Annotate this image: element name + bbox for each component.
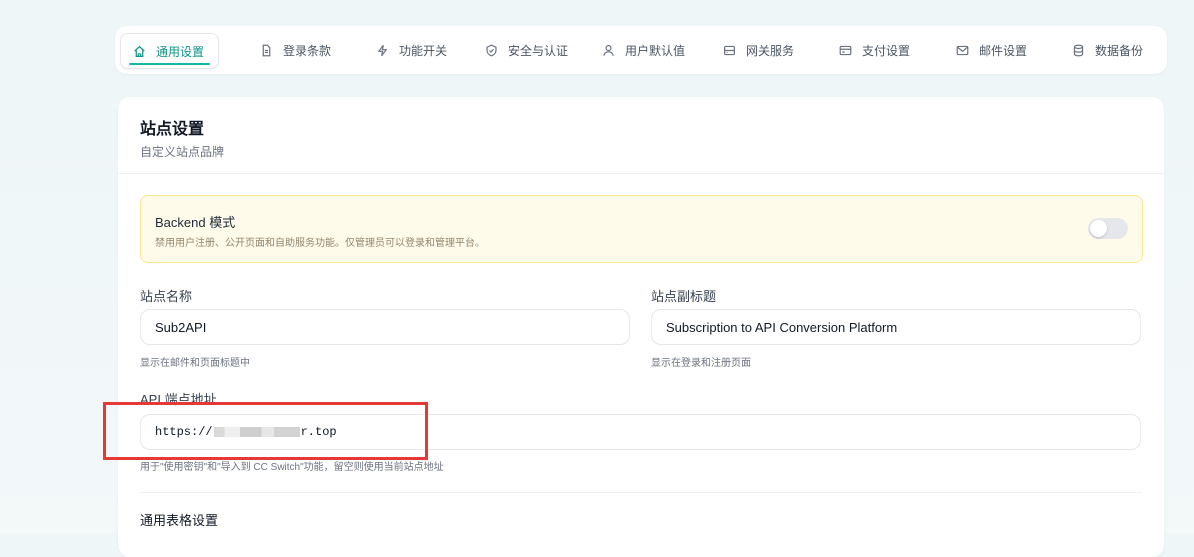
mail-icon bbox=[956, 45, 969, 55]
card-title: 站点设置 bbox=[140, 121, 205, 138]
tab-label: 通用设置 bbox=[156, 44, 205, 59]
table-settings-title: 通用表格设置 bbox=[140, 513, 219, 528]
tab-security-auth[interactable]: 安全与认证 bbox=[485, 26, 568, 74]
tab-login-terms[interactable]: 登录条款 bbox=[260, 26, 331, 74]
active-tab-indicator bbox=[129, 63, 211, 65]
site-name-label: 站点名称 bbox=[140, 289, 193, 304]
divider bbox=[140, 492, 1142, 493]
tab-label: 功能开关 bbox=[399, 43, 448, 58]
credit-card-icon bbox=[839, 45, 852, 55]
server-icon bbox=[724, 45, 735, 55]
site-settings-card: 站点设置 自定义站点品牌 Backend 模式 禁用用户注册、公开页面和自助服务… bbox=[118, 97, 1164, 557]
site-subtitle-help: 显示在登录和注册页面 bbox=[651, 358, 751, 369]
tab-label: 网关服务 bbox=[746, 43, 795, 58]
tab-general[interactable]: 通用设置 bbox=[120, 33, 220, 69]
site-subtitle-input[interactable]: Subscription to API Conversion Platform bbox=[651, 309, 1141, 345]
database-icon bbox=[1073, 44, 1084, 56]
backend-mode-description: 禁用用户注册、公开页面和自助服务功能。仅管理员可以登录和管理平台。 bbox=[155, 238, 485, 249]
tab-user-defaults[interactable]: 用户默认值 bbox=[602, 26, 685, 74]
tab-label: 登录条款 bbox=[283, 43, 332, 58]
tab-data-backup[interactable]: 数据备份 bbox=[1072, 26, 1143, 74]
tab-label: 支付设置 bbox=[862, 43, 911, 58]
tab-payment-settings[interactable]: 支付设置 bbox=[839, 26, 910, 74]
tab-mail-settings[interactable]: 邮件设置 bbox=[956, 26, 1027, 74]
home-icon bbox=[134, 45, 145, 57]
settings-tab-bar: 通用设置 登录条款 功能开关 安全与认证 用户默认值 网关服务 支付设置 邮件设… bbox=[115, 26, 1167, 74]
shield-check-icon bbox=[486, 44, 497, 56]
backend-mode-toggle[interactable] bbox=[1088, 218, 1128, 239]
lightning-icon bbox=[377, 44, 388, 56]
tab-label: 用户默认值 bbox=[625, 43, 686, 58]
user-icon bbox=[603, 44, 614, 56]
backend-mode-title: Backend 模式 bbox=[155, 215, 236, 230]
tab-label: 数据备份 bbox=[1095, 43, 1144, 58]
backend-mode-panel: Backend 模式 禁用用户注册、公开页面和自助服务功能。仅管理员可以登录和管… bbox=[140, 195, 1143, 263]
tab-gateway-service[interactable]: 网关服务 bbox=[723, 26, 794, 74]
tab-label: 安全与认证 bbox=[508, 43, 569, 58]
divider bbox=[118, 173, 1164, 174]
card-subtitle: 自定义站点品牌 bbox=[140, 145, 225, 159]
site-name-input[interactable]: Sub2API bbox=[140, 309, 630, 345]
api-endpoint-help: 用于"使用密钥"和"导入到 CC Switch"功能，留空则使用当前站点地址 bbox=[140, 462, 444, 473]
document-icon bbox=[262, 44, 271, 56]
site-subtitle-label: 站点副标题 bbox=[651, 289, 717, 304]
tab-label: 邮件设置 bbox=[979, 43, 1028, 58]
site-name-help: 显示在邮件和页面标题中 bbox=[140, 358, 250, 369]
tab-feature-switch[interactable]: 功能开关 bbox=[376, 26, 447, 74]
highlight-annotation-box bbox=[103, 402, 428, 460]
toggle-knob bbox=[1090, 220, 1107, 237]
